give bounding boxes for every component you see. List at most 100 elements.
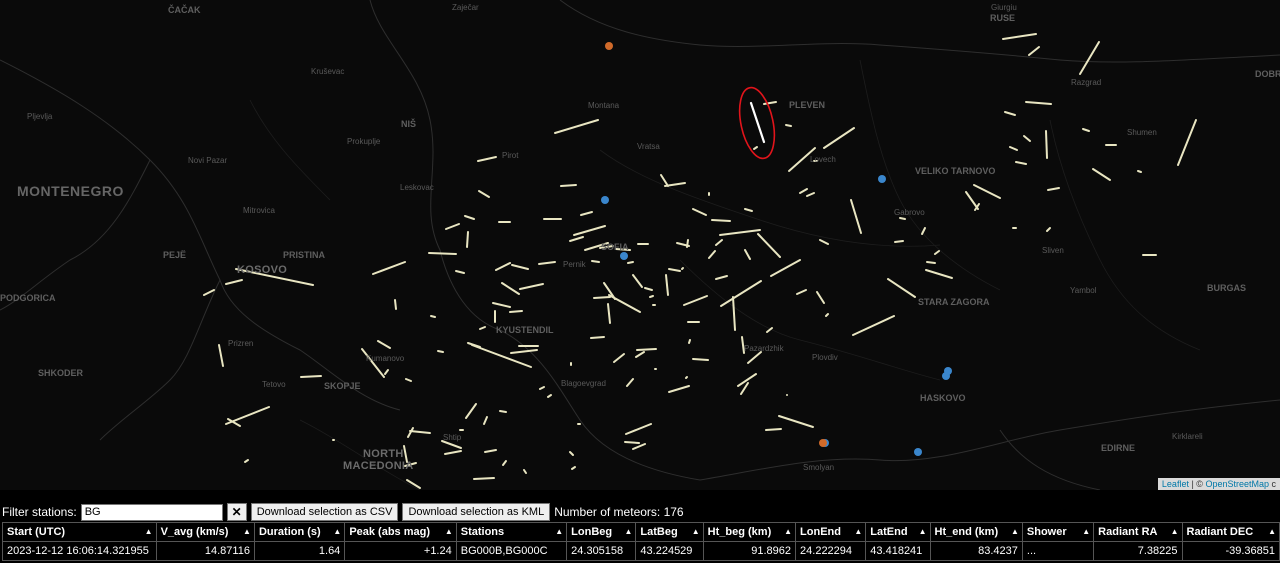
station-marker[interactable] [914,448,922,456]
meteor-track[interactable] [747,351,762,364]
meteor-track[interactable] [590,336,605,339]
meteor-track[interactable] [593,296,611,299]
meteor-track[interactable] [887,278,916,298]
meteor-track[interactable] [501,282,520,295]
sort-arrow-icon[interactable]: ▲ [692,527,700,536]
meteor-track[interactable] [778,415,814,428]
meteor-track[interactable] [1004,111,1016,116]
station-marker[interactable] [878,175,886,183]
meteor-track[interactable] [899,217,906,220]
meteor-track[interactable] [632,274,643,288]
meteor-track[interactable] [624,441,640,444]
meteor-track[interactable] [635,351,645,358]
column-header[interactable]: Shower ▲ [1021,522,1095,542]
meteor-track[interactable] [441,440,462,449]
column-header[interactable]: Ht_beg (km) ▲ [702,522,797,542]
meteor-track[interactable] [715,275,728,280]
meteor-track[interactable] [244,459,249,463]
meteor-track[interactable] [478,190,490,198]
filter-stations-input[interactable] [80,503,223,521]
selected-meteor-track[interactable] [749,101,766,144]
meteor-track[interactable] [1015,161,1027,165]
meteor-track[interactable] [1092,168,1111,181]
meteor-track[interactable] [636,348,657,351]
meteor-track[interactable] [753,146,758,150]
meteor-track[interactable] [688,339,691,344]
meteor-track[interactable] [492,302,511,308]
meteor-track[interactable] [757,233,781,258]
meteor-track[interactable] [499,410,507,413]
sort-arrow-icon[interactable]: ▲ [1268,527,1276,536]
meteor-track[interactable] [1009,146,1018,151]
meteor-track[interactable] [547,394,552,398]
meteor-track[interactable] [685,376,688,379]
sort-arrow-icon[interactable]: ▲ [145,527,153,536]
meteor-track[interactable] [665,274,669,296]
openstreetmap-link[interactable]: OpenStreetMap [1205,479,1269,489]
meteor-track[interactable] [668,268,681,272]
meteor-track[interactable] [573,225,606,236]
meteor-track[interactable] [477,156,497,162]
meteor-track[interactable] [785,124,792,127]
meteor-track[interactable] [1047,187,1060,191]
column-header[interactable]: Peak (abs mag) ▲ [344,522,457,542]
meteor-track[interactable] [539,386,545,390]
meteor-track[interactable] [560,184,577,187]
station-marker[interactable] [620,252,628,260]
meteor-track[interactable] [1002,33,1037,40]
download-csv-button[interactable]: Download selection as CSV [250,503,399,521]
meteor-track[interactable] [683,295,708,306]
meteor-track[interactable] [591,260,600,263]
column-header[interactable]: LonEnd ▲ [795,522,867,542]
meteor-track[interactable] [407,427,414,438]
meteor-track[interactable] [300,375,322,378]
meteor-track[interactable] [569,451,574,456]
download-kml-button[interactable]: Download selection as KML [402,503,551,521]
meteor-track[interactable] [1028,46,1040,56]
meteor-track[interactable] [428,252,457,255]
table-row[interactable]: 2023-12-12 16:06:14.321955 14.87116 1.64 +1… [2,541,1280,561]
meteor-track[interactable] [1137,170,1142,173]
meteor-track[interactable] [744,249,751,260]
sort-arrow-icon[interactable]: ▲ [333,527,341,536]
meteor-track[interactable] [464,215,475,220]
station-marker[interactable] [605,42,613,50]
meteor-track[interactable] [444,450,462,455]
meteor-track[interactable] [511,264,529,270]
meteor-track[interactable] [455,270,465,274]
meteor-track[interactable] [626,378,634,387]
meteor-track[interactable] [1079,41,1100,75]
meteor-track[interactable] [607,303,611,324]
meteor-track[interactable] [681,267,684,270]
meteor-track[interactable] [770,259,801,277]
meteor-track[interactable] [509,310,523,313]
meteor-track[interactable] [409,430,431,434]
meteor-track[interactable] [203,289,215,296]
meteor-track[interactable] [538,261,556,265]
meteor-track[interactable] [799,188,808,194]
meteor-track[interactable] [765,428,782,431]
sort-arrow-icon[interactable]: ▲ [625,527,633,536]
meteor-map[interactable]: ČAČAK Zaječar Giurgiu RUSE Kruševac Montana PL… [0,0,1280,490]
meteor-track[interactable] [466,231,469,248]
sort-arrow-icon[interactable]: ▲ [243,527,251,536]
meteor-track[interactable] [1045,130,1048,159]
meteor-track[interactable] [430,315,436,318]
meteor-track[interactable] [823,127,855,149]
station-marker[interactable] [819,439,827,447]
meteor-track[interactable] [495,262,511,271]
meteor-track[interactable] [625,423,652,435]
meteor-track[interactable] [580,211,593,216]
meteor-track[interactable] [523,469,527,474]
meteor-track[interactable] [744,208,753,212]
sort-arrow-icon[interactable]: ▲ [1082,527,1090,536]
column-header[interactable]: LatEnd ▲ [865,522,931,542]
meteor-track[interactable] [554,119,599,134]
meteor-track[interactable] [473,477,495,480]
meteor-track[interactable] [852,315,895,336]
sort-arrow-icon[interactable]: ▲ [854,527,862,536]
meteor-track[interactable] [825,313,829,317]
meteor-track[interactable] [613,353,625,363]
sort-arrow-icon[interactable]: ▲ [1171,527,1179,536]
meteor-track[interactable] [806,192,815,197]
